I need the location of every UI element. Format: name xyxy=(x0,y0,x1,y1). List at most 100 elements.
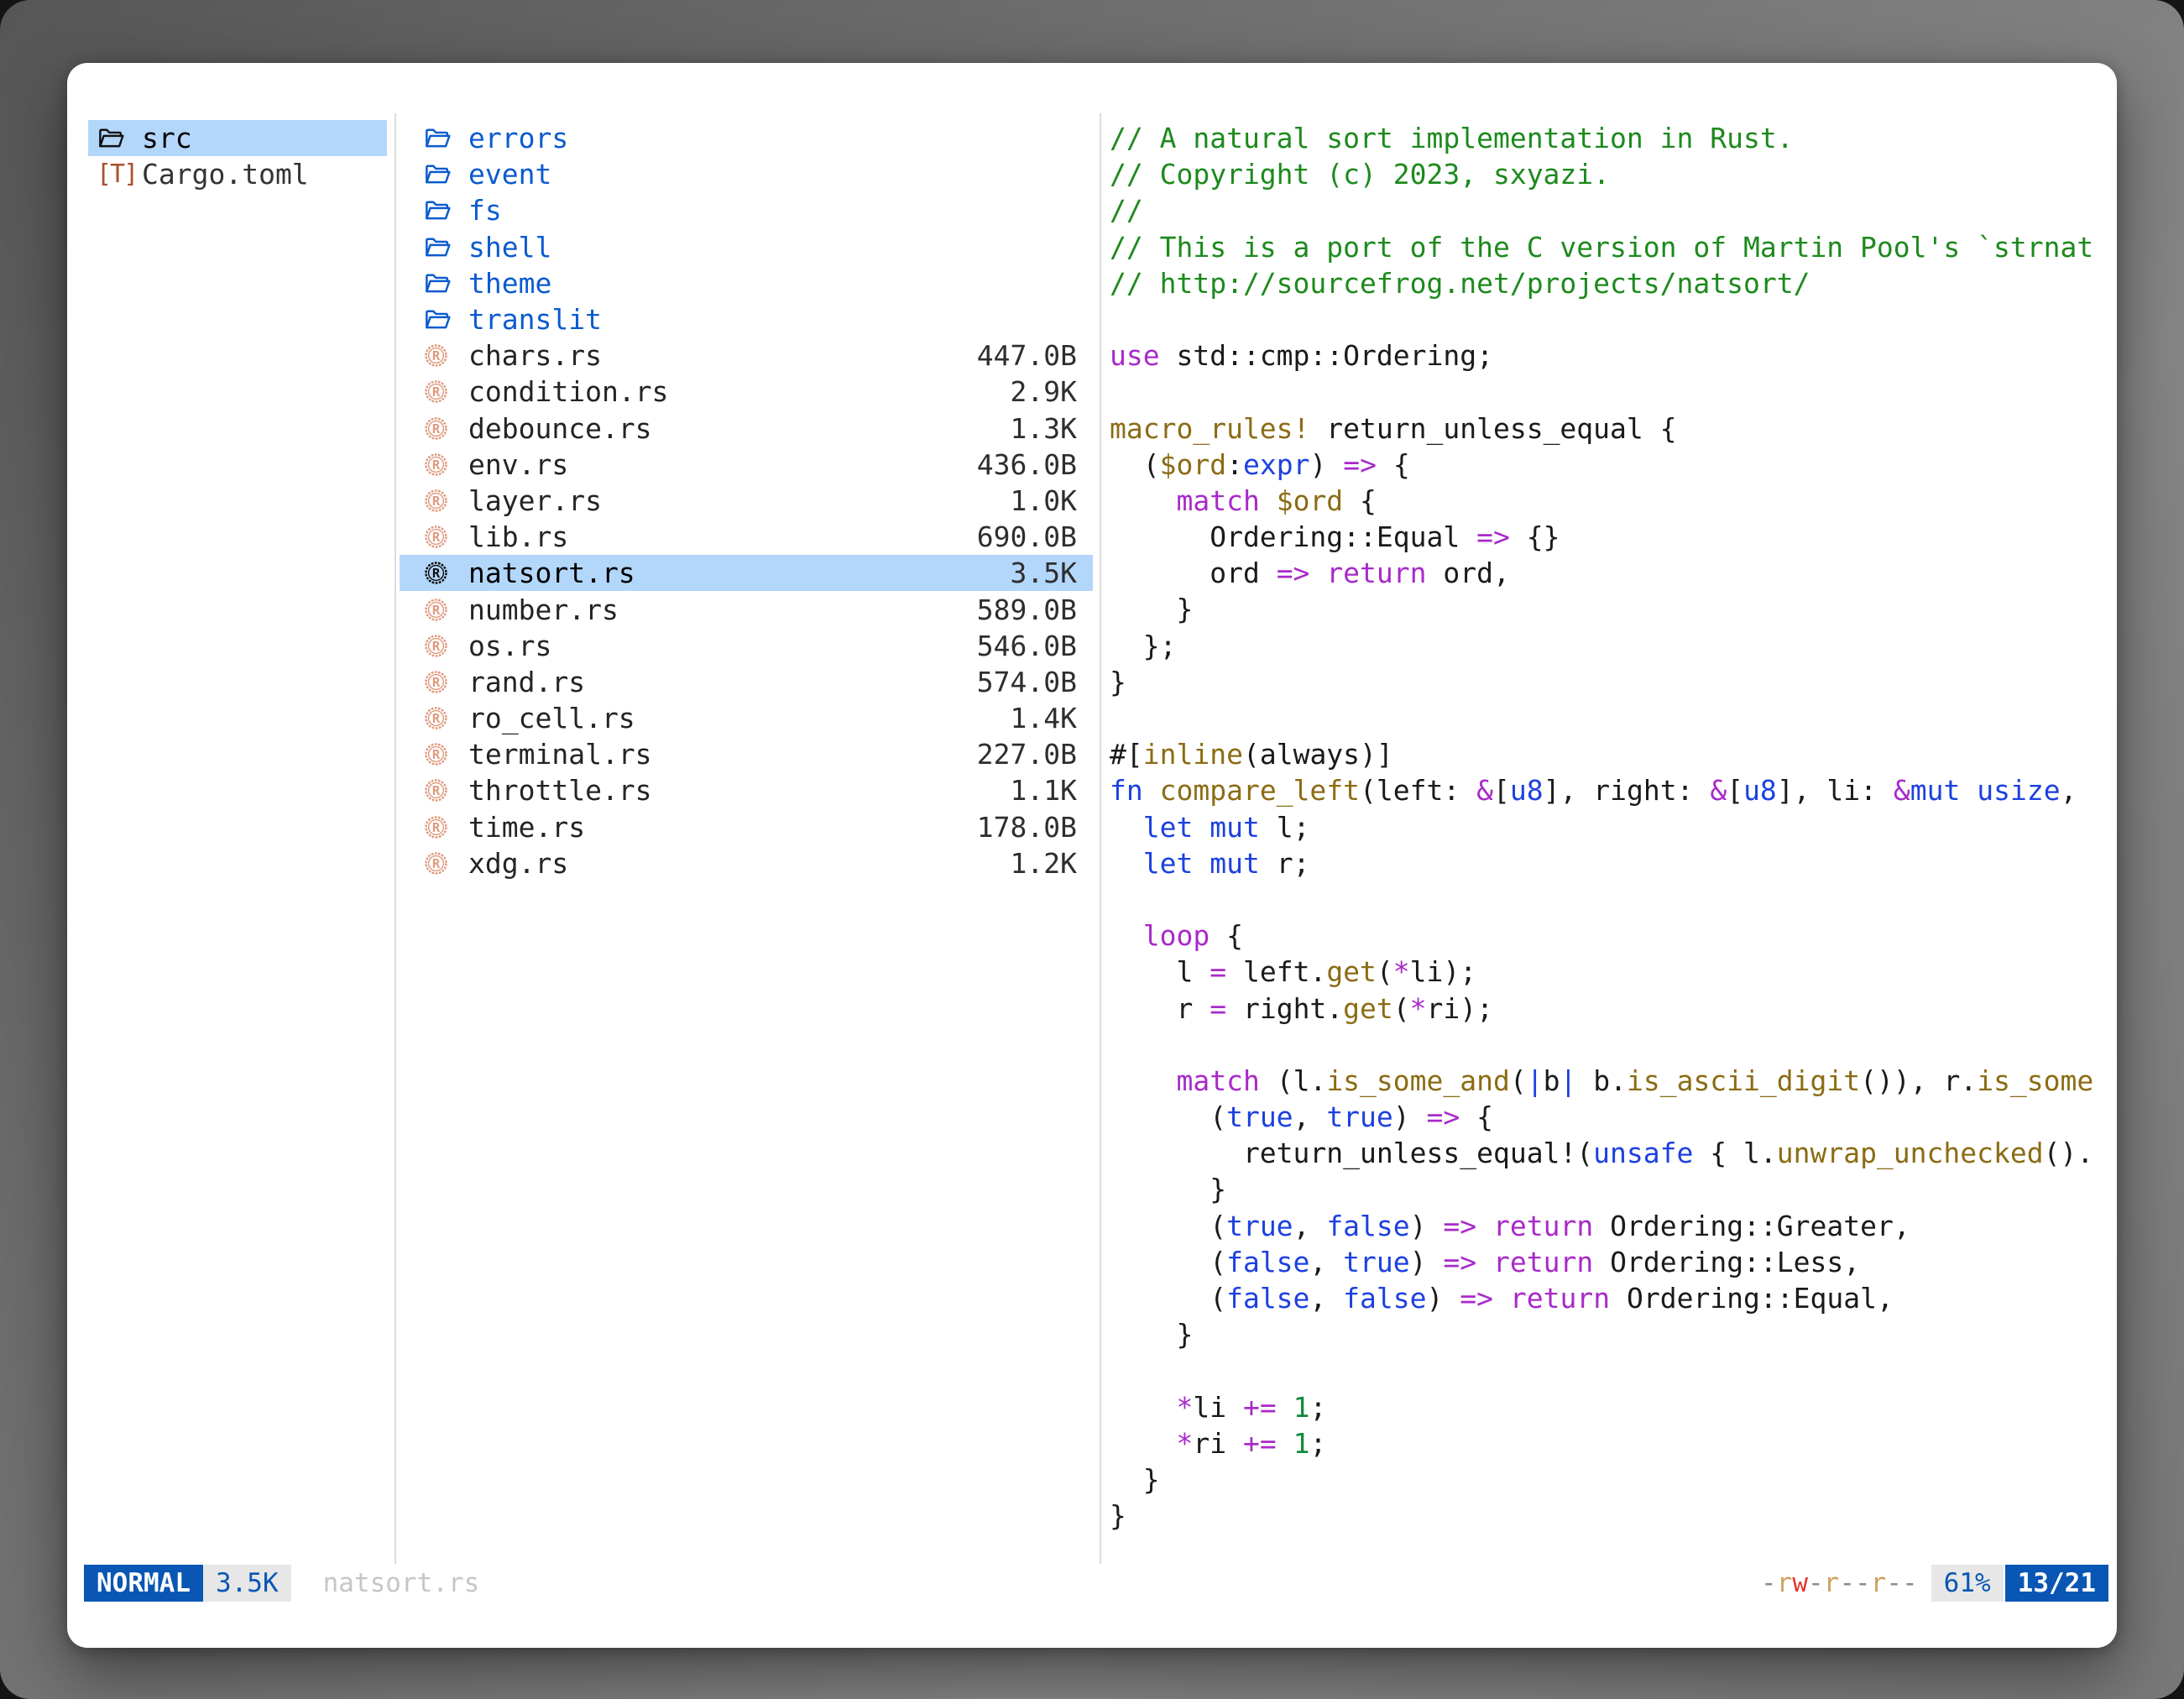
code-line: } xyxy=(1110,1316,2110,1352)
file-row-rand-rs[interactable]: Rrand.rs 574.0B xyxy=(400,664,1093,700)
code-line: Ordering::Equal => {} xyxy=(1110,519,2110,555)
file-name: debounce.rs xyxy=(468,412,652,445)
file-name: ro_cell.rs xyxy=(468,702,635,734)
folder-name: errors xyxy=(468,122,568,154)
mode-indicator: NORMAL xyxy=(84,1565,203,1602)
code-line: } xyxy=(1110,1461,2110,1498)
file-row-lib-rs[interactable]: Rlib.rs 690.0B xyxy=(400,519,1093,555)
code-line: // This is a port of the C version of Ma… xyxy=(1110,229,2110,265)
file-size: 3.5K xyxy=(1011,557,1077,589)
file-size: 2.9K xyxy=(1011,375,1077,408)
rust-file-icon: R xyxy=(423,777,449,803)
parent-item-cargo-toml[interactable]: [T]Cargo.toml xyxy=(88,156,387,192)
file-row-ro-cell-rs[interactable]: Rro_cell.rs 1.4K xyxy=(400,700,1093,736)
parent-item-src[interactable]: src xyxy=(88,120,387,156)
file-row-xdg-rs[interactable]: Rxdg.rs1.2K xyxy=(400,845,1093,881)
file-icon-cell xyxy=(423,196,468,225)
svg-text:R: R xyxy=(432,384,441,400)
rust-file-icon: R xyxy=(423,669,449,695)
file-icon-cell xyxy=(423,305,468,334)
svg-text:R: R xyxy=(432,856,441,871)
svg-text:R: R xyxy=(432,494,441,509)
rust-file-icon: R xyxy=(423,705,449,731)
rust-file-icon: R xyxy=(423,741,449,767)
file-name: rand.rs xyxy=(468,666,585,698)
file-row-os-rs[interactable]: Ros.rs 546.0B xyxy=(400,628,1093,664)
code-line xyxy=(1110,881,2110,917)
file-row-condition-rs[interactable]: Rcondition.rs 2.9K xyxy=(400,374,1093,410)
item-label: Cargo.toml xyxy=(142,158,309,191)
file-row-debounce-rs[interactable]: Rdebounce.rs1.3K xyxy=(400,410,1093,447)
file-size: 690.0B xyxy=(977,520,1077,553)
folder-row-fs[interactable]: fs xyxy=(400,192,1093,228)
file-size: 589.0B xyxy=(977,593,1077,626)
screenshot-stage: src[T]Cargo.toml errors eventfsshelltheme… xyxy=(0,0,2184,1699)
file-row-env-rs[interactable]: Renv.rs436.0B xyxy=(400,447,1093,483)
scroll-percentage: 61% xyxy=(1931,1565,2004,1602)
file-size: 436.0B xyxy=(977,448,1077,481)
file-icon-cell: R xyxy=(423,452,468,478)
file-name: xdg.rs xyxy=(468,847,568,880)
file-row-chars-rs[interactable]: Rchars.rs447.0B xyxy=(400,337,1093,374)
file-icon-cell: R xyxy=(423,416,468,442)
folder-row-event[interactable]: event xyxy=(400,156,1093,192)
code-line: *ri += 1; xyxy=(1110,1425,2110,1461)
current-pane: errors eventfsshellthemetranslitRchars.rs… xyxy=(400,120,1093,881)
open-folder-icon xyxy=(423,159,452,189)
code-line: #[inline(always)] xyxy=(1110,736,2110,772)
open-folder-icon xyxy=(97,123,126,153)
code-line: } xyxy=(1110,1171,2110,1207)
file-icon-cell: R xyxy=(423,633,468,659)
file-name: condition.rs xyxy=(468,375,668,408)
code-line: // http://sourcefrog.net/projects/natsor… xyxy=(1110,265,2110,301)
file-name: lib.rs xyxy=(468,520,568,553)
file-row-time-rs[interactable]: Rtime.rs178.0B xyxy=(400,809,1093,845)
file-icon-cell: R xyxy=(423,850,468,876)
file-row-natsort-rs[interactable]: Rnatsort.rs 3.5K xyxy=(400,555,1093,591)
file-icon-cell: R xyxy=(423,814,468,840)
code-line xyxy=(1110,700,2110,736)
code-line: } xyxy=(1110,591,2110,627)
code-line xyxy=(1110,1352,2110,1388)
svg-text:R: R xyxy=(432,566,441,581)
file-name: natsort.rs xyxy=(468,557,635,589)
open-folder-icon xyxy=(423,233,452,262)
svg-text:R: R xyxy=(432,784,441,799)
file-row-layer-rs[interactable]: Rlayer.rs1.0K xyxy=(400,483,1093,519)
permissions-text: -rw-r--r-- xyxy=(1761,1568,1918,1598)
file-size: 574.0B xyxy=(977,666,1077,698)
open-folder-icon xyxy=(423,123,452,153)
svg-text:R: R xyxy=(432,711,441,726)
code-line: use std::cmp::Ordering; xyxy=(1110,337,2110,374)
rust-file-icon: R xyxy=(423,597,449,623)
file-icon-cell xyxy=(423,123,468,153)
folder-row-errors[interactable]: errors xyxy=(400,120,1093,156)
file-icon-cell: R xyxy=(423,379,468,405)
code-line: (true, false) => return Ordering::Greate… xyxy=(1110,1208,2110,1244)
code-line xyxy=(1110,1027,2110,1063)
folder-row-theme[interactable]: theme xyxy=(400,265,1093,301)
svg-text:R: R xyxy=(432,348,441,363)
rust-file-icon: R xyxy=(423,416,449,442)
code-line xyxy=(1110,374,2110,410)
file-icon-cell: R xyxy=(423,597,468,623)
file-size: 546.0B xyxy=(977,630,1077,662)
file-row-number-rs[interactable]: Rnumber.rs589.0B xyxy=(400,591,1093,627)
code-line: } xyxy=(1110,1498,2110,1534)
code-line: (false, true) => return Ordering::Less, xyxy=(1110,1244,2110,1280)
folder-row-translit[interactable]: translit xyxy=(400,301,1093,337)
file-name: os.rs xyxy=(468,630,551,662)
file-row-throttle-rs[interactable]: Rthrottle.rs1.1K xyxy=(400,772,1093,808)
item-label: src xyxy=(142,122,192,154)
code-line: l = left.get(*li); xyxy=(1110,954,2110,990)
code-line: fn compare_left(left: &[u8], right: &[u8… xyxy=(1110,772,2110,808)
file-size: 1.4K xyxy=(1011,702,1077,734)
rust-file-icon: R xyxy=(423,524,449,550)
folder-row-shell[interactable]: shell xyxy=(400,229,1093,265)
code-line: // Copyright (c) 2023, sxyazi. xyxy=(1110,156,2110,192)
file-row-terminal-rs[interactable]: Rterminal.rs227.0B xyxy=(400,736,1093,772)
folder-name: event xyxy=(468,158,551,191)
code-line: *li += 1; xyxy=(1110,1389,2110,1425)
file-size: 1.0K xyxy=(1011,484,1077,517)
code-line: let mut r; xyxy=(1110,845,2110,881)
